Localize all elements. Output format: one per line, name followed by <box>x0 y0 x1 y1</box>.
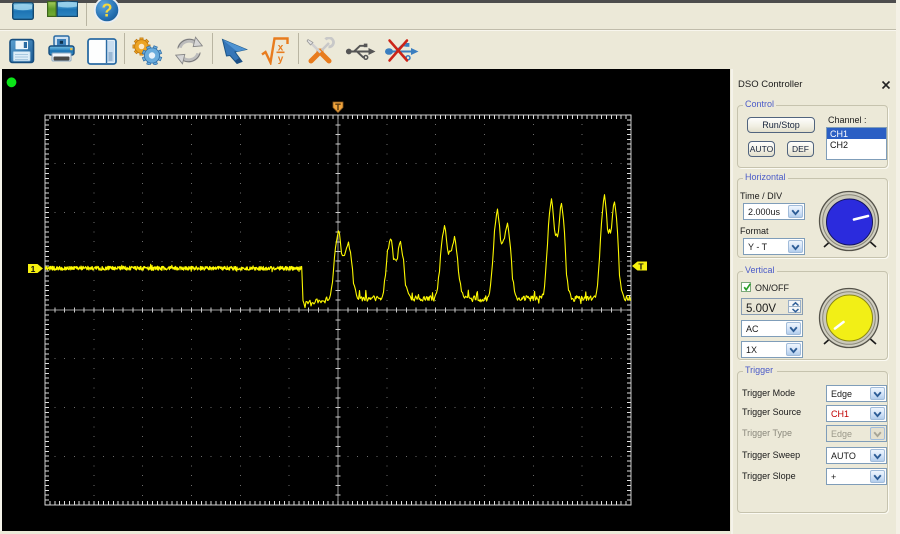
svg-text:y: y <box>278 54 284 65</box>
svg-text:T: T <box>638 261 644 271</box>
svg-text:1: 1 <box>31 264 36 274</box>
svg-text:?: ? <box>102 1 113 21</box>
